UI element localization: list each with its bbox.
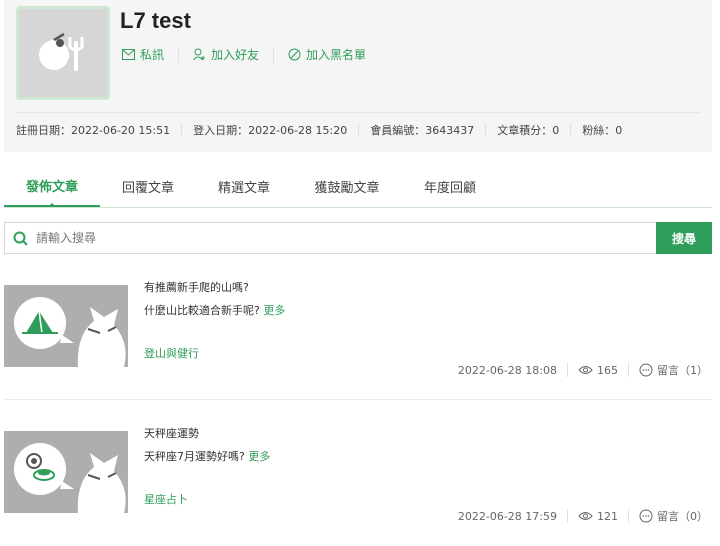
profile-stats: 註冊日期：2022-06-20 15:51 登入日期：2022-06-28 15… bbox=[16, 122, 622, 138]
register-date: 註冊日期：2022-06-20 15:51 bbox=[16, 124, 171, 137]
compact-mirror-icon bbox=[14, 443, 126, 513]
search-button[interactable]: 搜尋 bbox=[656, 222, 712, 254]
eye-icon bbox=[578, 512, 593, 520]
article-category[interactable]: 星座占卜 bbox=[144, 491, 188, 507]
add-friend-label: 加入好友 bbox=[211, 48, 260, 62]
avatar bbox=[16, 6, 110, 100]
fans-count: 粉絲：0 bbox=[582, 124, 623, 137]
login-date: 登入日期：2022-06-28 15:20 bbox=[193, 124, 348, 137]
divider bbox=[485, 123, 487, 137]
comment-count[interactable]: 留言（1） bbox=[639, 362, 708, 378]
article-item: 有推薦新手爬的山嗎? 什麼山比較適合新手呢? 更多 登山與健行 2022-06-… bbox=[4, 270, 712, 400]
search-field bbox=[4, 222, 656, 254]
article-summary-text: 天秤座7月運勢好嗎? bbox=[144, 450, 245, 463]
add-friend-button[interactable]: 加入好友 bbox=[193, 44, 259, 65]
divider bbox=[628, 363, 629, 377]
article-thumbnail[interactable] bbox=[4, 431, 128, 513]
comment-count[interactable]: 留言（0） bbox=[639, 508, 708, 524]
divider bbox=[4, 399, 712, 400]
article-thumbnail[interactable] bbox=[4, 285, 128, 367]
add-user-icon bbox=[193, 48, 206, 61]
article-title[interactable]: 天秤座運勢 bbox=[144, 425, 199, 441]
article-summary: 什麼山比較適合新手呢? 更多 bbox=[144, 302, 285, 318]
article-points: 文章積分：0 bbox=[497, 124, 560, 137]
comment-icon bbox=[639, 509, 653, 523]
article-date: 2022-06-28 18:08 bbox=[457, 363, 557, 377]
divider bbox=[273, 46, 275, 63]
article-date: 2022-06-28 17:59 bbox=[457, 509, 557, 523]
article-meta: 2022-06-28 18:08 165 留言（1） bbox=[458, 362, 708, 378]
profile-actions: 私訊 加入好友 加入黑名單 bbox=[122, 44, 366, 65]
search-input[interactable] bbox=[36, 231, 596, 245]
divider bbox=[570, 123, 572, 137]
view-count: 121 bbox=[578, 510, 618, 523]
message-button[interactable]: 私訊 bbox=[122, 44, 164, 65]
envelope-icon bbox=[122, 49, 135, 60]
divider bbox=[567, 509, 568, 523]
article-item: 天秤座運勢 天秤座7月運勢好嗎? 更多 星座占卜 2022-06-28 17:5… bbox=[4, 416, 712, 546]
tab-encouraged[interactable]: 獲鼓勵文章 bbox=[292, 166, 402, 207]
divider bbox=[358, 123, 360, 137]
article-meta: 2022-06-28 17:59 121 留言（0） bbox=[458, 508, 708, 524]
divider bbox=[16, 112, 700, 113]
article-summary: 天秤座7月運勢好嗎? 更多 bbox=[144, 448, 270, 464]
divider bbox=[178, 46, 180, 63]
blacklist-button[interactable]: 加入黑名單 bbox=[288, 44, 366, 65]
blacklist-label: 加入黑名單 bbox=[306, 48, 367, 62]
tent-icon bbox=[14, 297, 126, 367]
search-bar: 搜尋 bbox=[4, 222, 712, 254]
article-tabs: 發佈文章 回覆文章 精選文章 獲鼓勵文章 年度回顧 bbox=[4, 166, 712, 208]
view-count: 165 bbox=[578, 364, 618, 377]
divider bbox=[181, 123, 183, 137]
more-link[interactable]: 更多 bbox=[248, 450, 270, 463]
message-label: 私訊 bbox=[140, 48, 165, 62]
tab-annual-review[interactable]: 年度回顧 bbox=[402, 166, 498, 207]
default-avatar-icon bbox=[39, 33, 84, 71]
comment-count-value: 留言（1） bbox=[657, 364, 708, 377]
eye-icon bbox=[578, 366, 593, 374]
search-icon bbox=[13, 231, 28, 246]
more-link[interactable]: 更多 bbox=[263, 304, 285, 317]
view-count-value: 165 bbox=[597, 363, 618, 377]
tab-featured[interactable]: 精選文章 bbox=[196, 166, 292, 207]
tab-published[interactable]: 發佈文章 bbox=[4, 166, 100, 207]
comment-icon bbox=[639, 363, 653, 377]
tab-replies[interactable]: 回覆文章 bbox=[100, 166, 196, 207]
username: L7 test bbox=[120, 8, 191, 33]
block-icon bbox=[288, 48, 301, 61]
article-category[interactable]: 登山與健行 bbox=[144, 345, 199, 361]
article-summary-text: 什麼山比較適合新手呢? bbox=[144, 304, 260, 317]
member-id: 會員編號：3643437 bbox=[370, 124, 475, 137]
divider bbox=[628, 509, 629, 523]
divider bbox=[567, 363, 568, 377]
article-title[interactable]: 有推薦新手爬的山嗎? bbox=[144, 279, 249, 295]
profile-header: L7 test 私訊 加入好友 加入黑名單 註冊日期：2022-06-20 15… bbox=[4, 0, 712, 152]
comment-count-value: 留言（0） bbox=[657, 510, 708, 523]
view-count-value: 121 bbox=[597, 509, 618, 523]
